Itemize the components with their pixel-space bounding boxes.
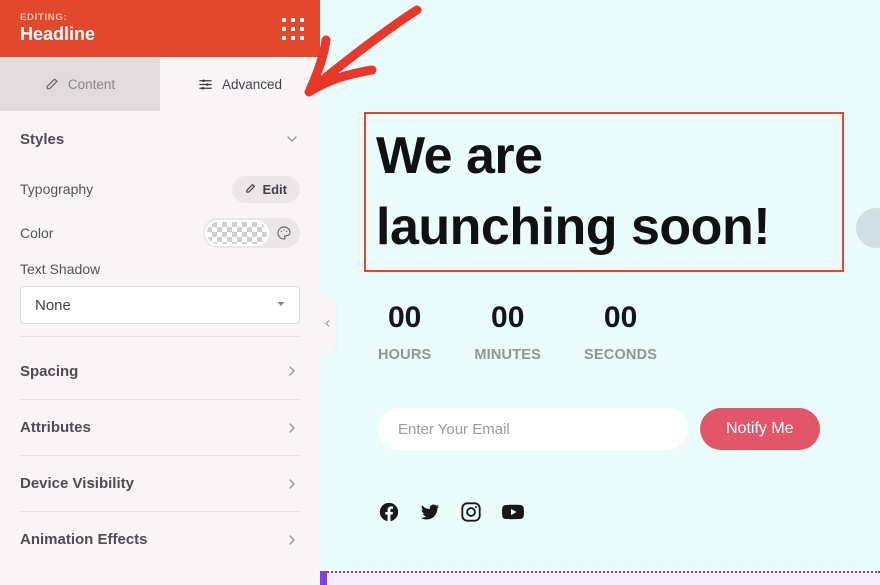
- countdown-unit-hours: 00 HOURS: [378, 300, 431, 363]
- typography-label: Typography: [20, 181, 94, 197]
- text-shadow-label: Text Shadow: [20, 261, 101, 277]
- countdown-hours-label: HOURS: [378, 347, 432, 363]
- section-device-visibility[interactable]: Device Visibility: [20, 455, 300, 511]
- section-animation-effects-title: Animation Effects: [20, 531, 148, 548]
- section-spacing[interactable]: Spacing: [20, 343, 300, 399]
- section-boundary: [320, 571, 880, 585]
- section-animation-effects[interactable]: Animation Effects: [20, 511, 300, 567]
- tab-content[interactable]: Content: [0, 57, 160, 111]
- sliders-icon: [198, 77, 213, 92]
- color-label: Color: [20, 225, 54, 241]
- chevron-right-icon: [284, 363, 300, 379]
- countdown-minutes-value: 00: [491, 301, 525, 334]
- preview-canvas: We are launching soon! 00 HOURS 00 MINUT…: [320, 0, 880, 585]
- chevron-left-icon: [322, 316, 333, 334]
- section-attributes[interactable]: Attributes: [20, 399, 300, 455]
- notify-me-button[interactable]: Notify Me: [700, 408, 820, 450]
- typography-row: Typography Edit: [20, 167, 300, 211]
- countdown-minutes-label: MINUTES: [474, 347, 542, 363]
- countdown-unit-minutes: 00 MINUTES: [474, 300, 541, 363]
- countdown-seconds-label: SECONDS: [584, 347, 658, 363]
- editing-label: EDITING:: [20, 12, 68, 24]
- countdown-unit-seconds: 00 SECONDS: [584, 300, 657, 363]
- pencil-icon: [45, 77, 59, 91]
- panel-header: EDITING: Headline: [0, 0, 320, 57]
- text-shadow-select[interactable]: None: [20, 286, 300, 324]
- section-attributes-title: Attributes: [20, 419, 91, 436]
- countdown-hours-value: 00: [388, 301, 422, 334]
- color-row: Color: [20, 211, 300, 255]
- decorative-circle: [856, 208, 880, 248]
- section-styles-title: Styles: [20, 130, 65, 148]
- chevron-down-icon: [275, 298, 287, 313]
- chevron-right-icon: [284, 532, 300, 548]
- panel-tabs: Content Advanced: [0, 57, 320, 111]
- youtube-icon[interactable]: [501, 500, 525, 524]
- headline-line-1: We are: [376, 127, 543, 186]
- typography-edit-label: Edit: [262, 181, 287, 197]
- settings-sidebar: EDITING: Headline Content Advanced Style…: [0, 0, 336, 585]
- panel-header-texts: EDITING: Headline: [20, 12, 95, 45]
- tab-content-label: Content: [67, 76, 116, 92]
- divider: [20, 336, 300, 337]
- typography-edit-button[interactable]: Edit: [232, 175, 300, 203]
- section-boundary-tick: [320, 571, 327, 585]
- countdown-timer: 00 HOURS 00 MINUTES 00 SECONDS: [378, 300, 657, 363]
- dots-grid-icon[interactable]: [282, 17, 304, 40]
- facebook-icon[interactable]: [378, 501, 400, 523]
- chevron-right-icon: [284, 420, 300, 436]
- twitter-icon[interactable]: [419, 501, 441, 523]
- section-styles[interactable]: Styles: [20, 111, 300, 167]
- styles-section-body: Typography Edit Color Text Shadow None: [20, 167, 300, 343]
- tab-advanced[interactable]: Advanced: [160, 57, 320, 111]
- email-input[interactable]: [378, 408, 688, 450]
- headline-line-2: launching soon!: [376, 198, 771, 256]
- page-title: Headline: [20, 24, 96, 45]
- countdown-seconds-value: 00: [603, 301, 638, 334]
- page-root: EDITING: Headline Content Advanced Style…: [0, 0, 880, 585]
- tab-advanced-label: Advanced: [221, 76, 283, 92]
- section-spacing-title: Spacing: [20, 362, 79, 380]
- chevron-right-icon: [284, 476, 300, 492]
- section-device-visibility-title: Device Visibility: [20, 475, 134, 492]
- subscribe-form: Notify Me: [378, 408, 820, 450]
- color-swatch[interactable]: [205, 220, 269, 246]
- instagram-icon[interactable]: [460, 501, 482, 523]
- palette-icon[interactable]: [276, 225, 292, 241]
- pencil-icon: [245, 182, 256, 197]
- chevron-down-icon: [284, 131, 300, 147]
- settings-list: Styles Typography Edit Color Text Shadow…: [0, 111, 320, 567]
- text-shadow-value: None: [35, 296, 71, 314]
- social-icons: [378, 500, 525, 524]
- color-control[interactable]: [203, 218, 300, 248]
- panel-collapse-handle[interactable]: [319, 296, 336, 354]
- headline-element[interactable]: We are launching soon!: [364, 112, 844, 272]
